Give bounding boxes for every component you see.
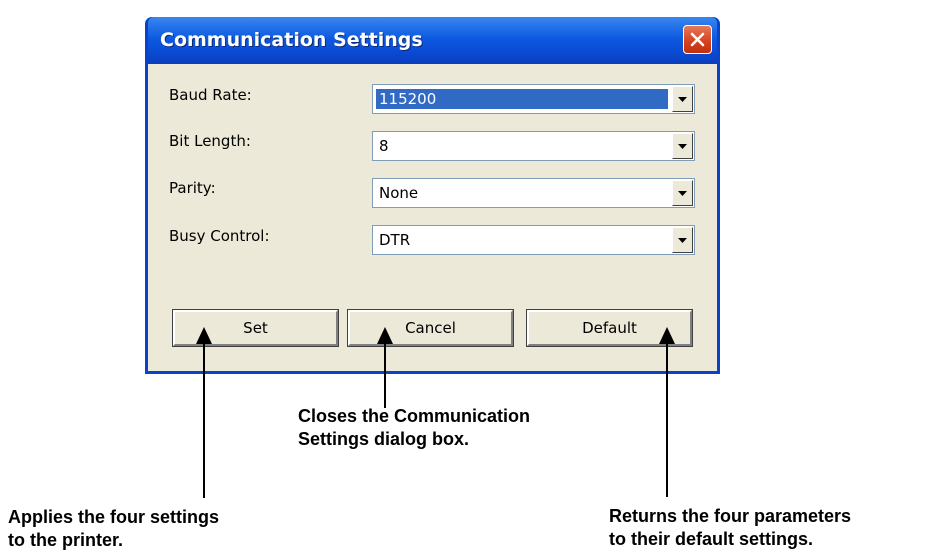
chevron-down-icon [678,237,687,243]
cancel-callout-line1: Closes the Communication [298,406,531,426]
busy-control-value: DTR [379,231,411,249]
set-callout-line1: Applies the four settings [8,507,220,527]
close-x-icon [690,32,705,47]
parity-dropdown-button[interactable] [672,180,693,206]
baud-rate-dropdown-button[interactable] [672,86,693,112]
title-bar[interactable]: Communication Settings [148,17,717,64]
set-button[interactable]: Set [172,309,339,347]
chevron-down-icon [678,143,687,149]
dialog-body: Baud Rate: 115200 Bit Length: 8 Parity: … [148,64,717,371]
parity-select[interactable]: None [372,178,695,208]
default-callout: Returns the four parameters to their def… [609,505,851,551]
baud-rate-select[interactable]: 115200 [372,84,695,114]
default-callout-line2: to their default settings. [609,529,814,549]
dialog-title: Communication Settings [160,29,423,51]
bit-length-label: Bit Length: [169,132,251,150]
baud-rate-label: Baud Rate: [169,86,252,104]
chevron-down-icon [678,190,687,196]
cancel-callout: Closes the Communication Settings dialog… [298,405,530,451]
parity-value: None [379,184,419,202]
communication-settings-dialog: Communication Settings Baud Rate: 115200… [145,17,720,374]
set-callout: Applies the four settings to the printer… [8,506,219,552]
busy-control-label: Busy Control: [169,227,270,245]
cancel-button[interactable]: Cancel [347,309,514,347]
default-callout-line1: Returns the four parameters [609,506,852,526]
default-button[interactable]: Default [526,309,693,347]
bit-length-select[interactable]: 8 [372,131,695,161]
bit-length-value: 8 [379,137,389,155]
busy-control-dropdown-button[interactable] [672,227,693,253]
set-callout-line2: to the printer. [8,530,124,550]
chevron-down-icon [678,96,687,102]
cancel-callout-line2: Settings dialog box. [298,429,470,449]
bit-length-dropdown-button[interactable] [672,133,693,159]
close-button[interactable] [683,25,712,54]
baud-rate-value: 115200 [376,89,668,109]
parity-label: Parity: [169,179,216,197]
busy-control-select[interactable]: DTR [372,225,695,255]
